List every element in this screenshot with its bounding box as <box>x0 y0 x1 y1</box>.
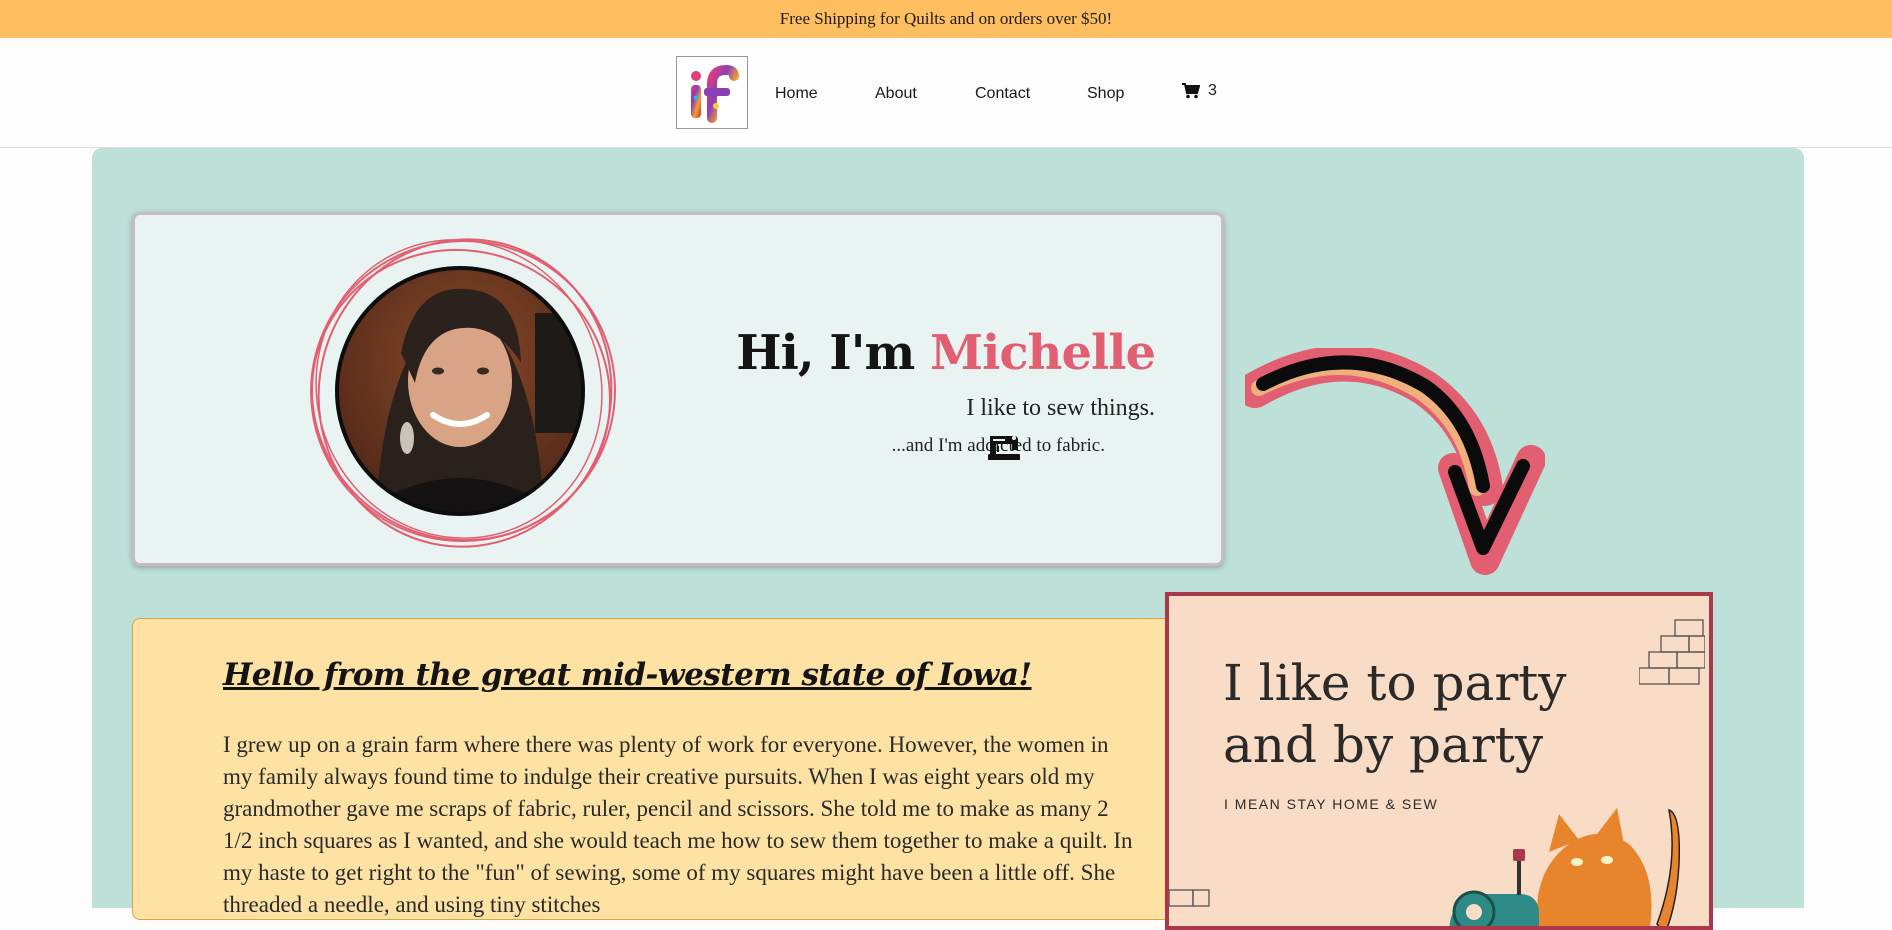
party-poster: I like to party and by party I MEAN STAY… <box>1165 592 1713 930</box>
nav-contact[interactable]: Contact <box>975 85 1030 103</box>
story-body: I grew up on a grain farm where there wa… <box>223 732 1133 917</box>
hero-title: Hi, I'm Michelle <box>665 325 1156 381</box>
arrow-icon <box>1245 348 1545 575</box>
logo-if-icon <box>691 64 739 123</box>
hero-tagline: I like to sew things. <box>966 395 1155 421</box>
nav-shop[interactable]: Shop <box>1087 85 1124 103</box>
portrait-photo <box>310 238 616 548</box>
promo-text: Free Shipping for Quilts and on orders o… <box>779 9 1113 28</box>
portrait <box>305 233 625 553</box>
cart-button[interactable]: 3 <box>1182 82 1217 100</box>
cart-count: 3 <box>1208 82 1217 99</box>
poster-line-3: I MEAN STAY HOME & SEW <box>1224 796 1439 812</box>
poster-line-1: I like to party <box>1223 654 1567 712</box>
about-story-card: Hello from the great mid-western state o… <box>132 618 1214 920</box>
promo-banner: Free Shipping for Quilts and on orders o… <box>0 0 1892 38</box>
hero-card: Hi, I'm Michelle I like to sew things. .… <box>132 212 1224 566</box>
hero-subtagline: ...and I'm addicted to fabric. <box>891 435 1105 456</box>
cat-sewing-illustration <box>1449 808 1681 926</box>
poster-line-2: and by party <box>1223 716 1544 774</box>
brick-decoration-icon <box>1639 619 1705 685</box>
hero-name: Michelle <box>929 325 1156 381</box>
hero-greeting: Hi, I'm <box>736 325 915 381</box>
nav-home[interactable]: Home <box>775 85 818 103</box>
sewing-machine-icon <box>988 436 1020 460</box>
nav-about[interactable]: About <box>875 85 917 103</box>
site-header: Home About Contact Shop 3 <box>0 38 1892 148</box>
site-logo[interactable] <box>676 56 748 129</box>
brick-decoration-icon <box>1169 889 1210 907</box>
story-heading: Hello from the great mid-western state o… <box>223 657 1032 693</box>
cart-icon <box>1182 83 1200 99</box>
